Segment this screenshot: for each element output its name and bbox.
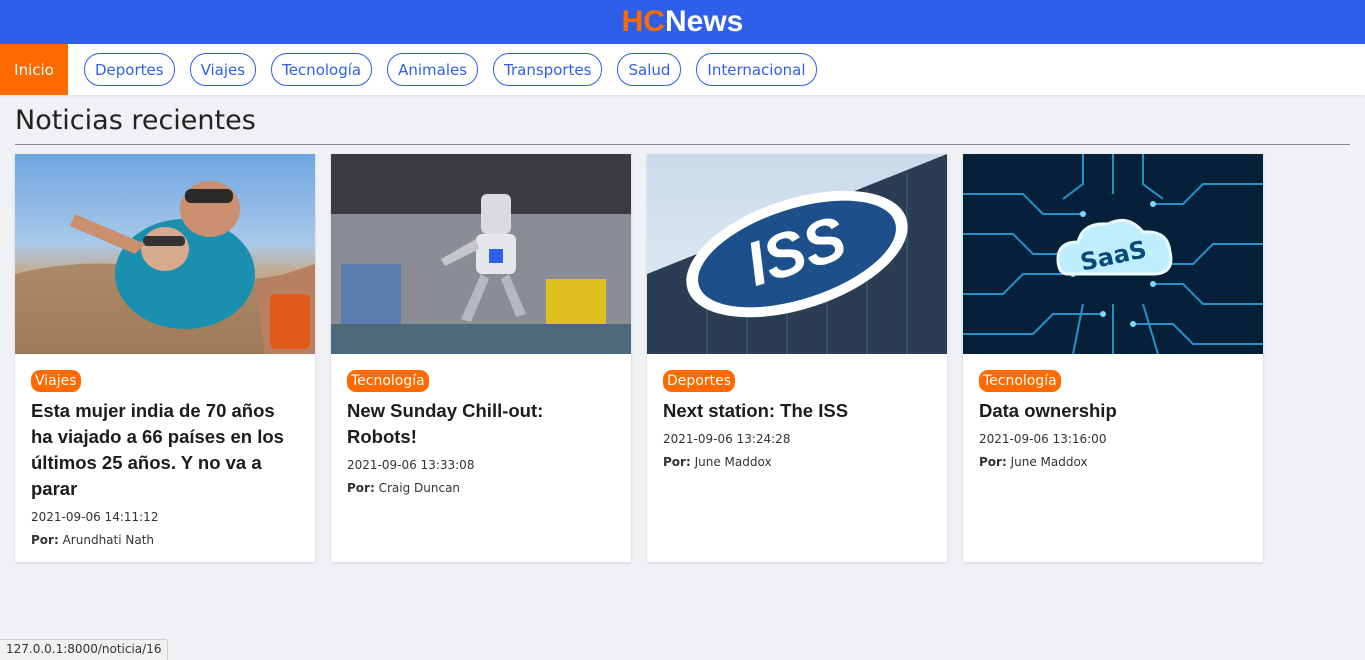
status-bar-url: 127.0.0.1:8000/noticia/16 bbox=[0, 639, 169, 660]
card-title[interactable]: Next station: The ISS bbox=[663, 398, 931, 424]
author-label: Por: bbox=[31, 533, 59, 547]
iss-logo-building-photo: ISS bbox=[647, 154, 947, 354]
card-date: 2021-09-06 13:33:08 bbox=[347, 458, 475, 472]
card-date: 2021-09-06 13:24:28 bbox=[663, 432, 791, 446]
author-name: June Maddox bbox=[1010, 455, 1088, 469]
card-body: Tecnología Data ownership 2021-09-06 13:… bbox=[963, 354, 1263, 470]
site-logo[interactable]: HCNews bbox=[622, 5, 744, 39]
category-badge[interactable]: Deportes bbox=[663, 370, 735, 392]
logo-hc: HC bbox=[621, 5, 665, 38]
card-author: Por: Arundhati Nath bbox=[31, 532, 299, 548]
card-date: 2021-09-06 13:16:00 bbox=[979, 432, 1107, 446]
author-label: Por: bbox=[979, 455, 1007, 469]
saas-circuit-photo: SaaS bbox=[963, 154, 1263, 354]
section-title: Noticias recientes bbox=[15, 105, 1350, 145]
robot-photo bbox=[331, 154, 631, 354]
news-card[interactable]: SaaS Tecnología Data ownership 2021-09-0… bbox=[963, 154, 1263, 562]
nav-item-deportes[interactable]: Deportes bbox=[84, 53, 175, 86]
card-author: Por: Craig Duncan bbox=[347, 480, 615, 496]
nav-item-viajes[interactable]: Viajes bbox=[189, 53, 257, 86]
author-label: Por: bbox=[663, 455, 691, 469]
site-header: HCNews bbox=[0, 0, 1365, 44]
news-card[interactable]: Tecnología New Sunday Chill-out: Robots!… bbox=[331, 154, 631, 562]
news-card-list: Viajes Esta mujer india de 70 años ha vi… bbox=[15, 154, 1365, 562]
card-title[interactable]: Data ownership bbox=[979, 398, 1247, 424]
card-author: Por: June Maddox bbox=[979, 454, 1247, 470]
nav-item-tecnologia[interactable]: Tecnología bbox=[271, 53, 373, 86]
news-card[interactable]: Viajes Esta mujer india de 70 años ha vi… bbox=[15, 154, 315, 562]
author-name: Craig Duncan bbox=[378, 481, 461, 495]
author-name: June Maddox bbox=[694, 455, 772, 469]
author-name: Arundhati Nath bbox=[62, 533, 155, 547]
card-date: 2021-09-06 14:11:12 bbox=[31, 510, 159, 524]
category-badge[interactable]: Tecnología bbox=[347, 370, 429, 392]
card-body: Deportes Next station: The ISS 2021-09-0… bbox=[647, 354, 947, 470]
logo-news: News bbox=[664, 5, 744, 38]
nav-item-salud[interactable]: Salud bbox=[617, 53, 682, 86]
nav-home[interactable]: Inicio bbox=[0, 44, 68, 95]
author-label: Por: bbox=[347, 481, 375, 495]
card-title[interactable]: New Sunday Chill-out: Robots! bbox=[347, 398, 615, 450]
nav-item-transportes[interactable]: Transportes bbox=[493, 53, 603, 86]
news-card[interactable]: ISS Deportes Next station: The ISS 2021-… bbox=[647, 154, 947, 562]
nav-item-animales[interactable]: Animales bbox=[387, 53, 479, 86]
card-title[interactable]: Esta mujer india de 70 años ha viajado a… bbox=[31, 398, 299, 502]
category-badge[interactable]: Viajes bbox=[31, 370, 81, 392]
nav-item-internacional[interactable]: Internacional bbox=[696, 53, 817, 86]
card-author: Por: June Maddox bbox=[663, 454, 931, 470]
card-body: Viajes Esta mujer india de 70 años ha vi… bbox=[15, 354, 315, 548]
card-body: Tecnología New Sunday Chill-out: Robots!… bbox=[331, 354, 631, 496]
skydiving-photo bbox=[15, 154, 315, 354]
category-badge[interactable]: Tecnología bbox=[979, 370, 1061, 392]
category-nav: Inicio Deportes Viajes Tecnología Animal… bbox=[0, 44, 1365, 95]
